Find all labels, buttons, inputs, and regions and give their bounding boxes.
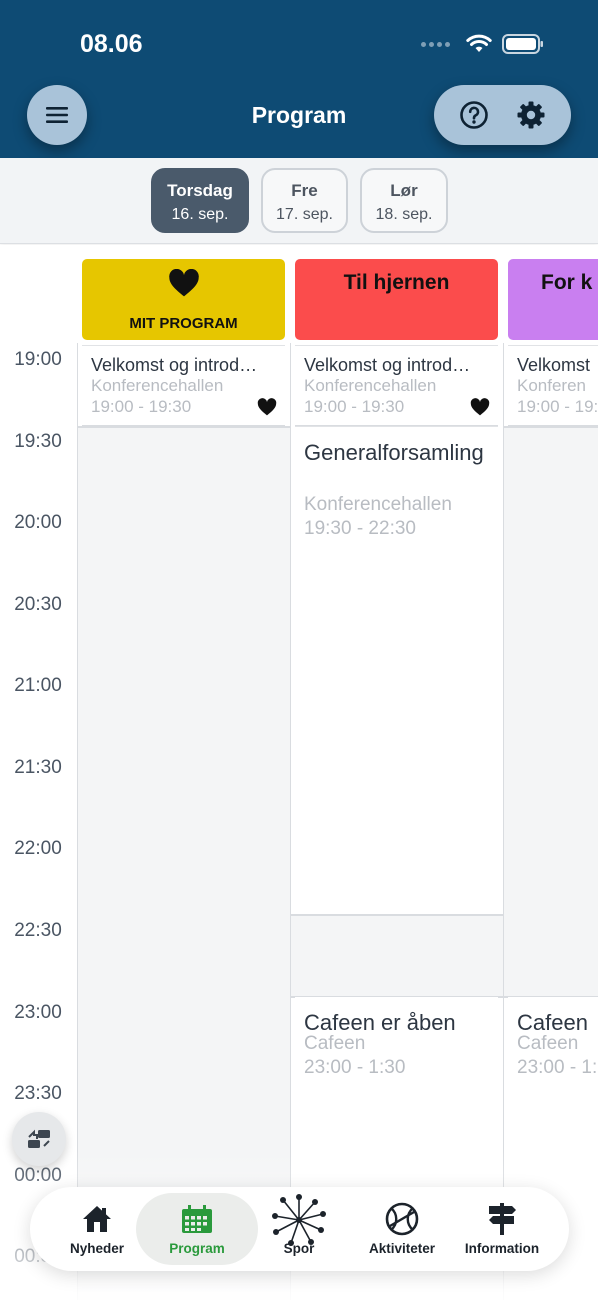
heart-icon: [168, 268, 199, 297]
day-date: 16. sep.: [171, 206, 229, 223]
time-label: 22:30: [14, 920, 62, 941]
day-name: Lør: [390, 181, 418, 200]
empty-slot: [504, 426, 598, 998]
day-tab-fre[interactable]: Fre 17. sep.: [261, 168, 348, 233]
event-location: Konferencehallen: [91, 376, 224, 395]
event-location: Cafeen: [304, 1033, 366, 1054]
heart-icon[interactable]: [257, 398, 277, 416]
time-label: 19:30: [14, 431, 62, 452]
event-location: Konferen: [517, 376, 586, 395]
day-selector: Torsdag 16. sep. Fre 17. sep. Lør 18. se…: [0, 158, 598, 244]
column-header-for-k[interactable]: For k: [508, 259, 598, 340]
event-card[interactable]: Velkomst og introduktion Konferencehalle…: [82, 345, 285, 427]
event-title: Velkomst og introduktion: [304, 355, 474, 375]
event-title: Cafeen er åben: [304, 1010, 456, 1035]
time-label: 20:30: [14, 594, 62, 615]
gear-icon[interactable]: [516, 100, 546, 130]
signal-icon: [421, 41, 450, 47]
column-header-til-hjernen[interactable]: Til hjernen: [295, 259, 498, 340]
time-label: 21:30: [14, 757, 62, 778]
calendar-icon: [182, 1205, 212, 1233]
day-date: 17. sep.: [276, 206, 333, 223]
event-title: Velkomst: [517, 355, 591, 375]
nav-program[interactable]: Program: [136, 1193, 258, 1265]
column-title: Til hjernen: [343, 271, 450, 294]
network-icon: [272, 1194, 326, 1246]
time-label: 21:00: [14, 675, 62, 696]
empty-slot: [78, 426, 290, 1300]
event-location: Konferencehallen: [304, 494, 452, 515]
nav-label: Aktiviteter: [368, 1241, 436, 1256]
event-time: 19:00 - 19:30: [304, 397, 405, 416]
day-tab-torsdag[interactable]: Torsdag 16. sep.: [151, 168, 249, 233]
nav-aktiviteter[interactable]: Aktiviteter: [345, 1193, 459, 1265]
column-title: MIT PROGRAM: [129, 315, 238, 332]
battery-icon: [502, 34, 543, 54]
event-card[interactable]: Velkomst Konferen 19:00 - 19:3: [508, 345, 598, 427]
signpost-icon: [489, 1203, 516, 1235]
event-title: Cafeen: [517, 1010, 588, 1035]
event-time: 23:00 - 1:: [517, 1057, 598, 1078]
event-time: 19:00 - 19:30: [91, 397, 192, 416]
empty-slot: [291, 914, 503, 998]
nav-information[interactable]: Information: [448, 1193, 556, 1265]
status-icons: [421, 34, 544, 54]
schedule-grid[interactable]: 19:00 19:30 20:00 20:30 21:00 21:30 22:0…: [0, 245, 598, 1300]
heart-icon[interactable]: [470, 398, 490, 416]
event-location: Konferencehallen: [304, 376, 437, 395]
time-label: 23:30: [14, 1083, 62, 1104]
house-icon: [83, 1206, 111, 1232]
swap-view-button[interactable]: [12, 1112, 66, 1166]
event-title: Velkomst og introduktion: [91, 355, 261, 375]
event-card[interactable]: Generalforsamling Konferencehallen 19:30…: [295, 426, 498, 916]
time-label: 19:00: [14, 349, 62, 370]
day-name: Fre: [291, 181, 318, 200]
event-card[interactable]: Velkomst og introduktion Konferencehalle…: [295, 345, 498, 427]
event-title: Generalforsamling: [304, 440, 484, 465]
time-label: 22:00: [14, 838, 62, 859]
nav-label: Program: [169, 1241, 225, 1256]
column-divider: [290, 343, 291, 1300]
day-tab-loer[interactable]: Lør 18. sep.: [360, 168, 448, 233]
day-date: 18. sep.: [375, 206, 433, 223]
nav-label: Spor: [283, 1241, 315, 1256]
swap-arrows-icon: [28, 1129, 50, 1148]
event-time: 19:00 - 19:3: [517, 397, 598, 416]
column-header-mit-program[interactable]: MIT PROGRAM: [82, 259, 285, 340]
basketball-icon: [385, 1202, 419, 1236]
wifi-icon: [466, 34, 492, 52]
nav-label: Information: [464, 1241, 540, 1256]
event-location: Cafeen: [517, 1033, 579, 1054]
nav-spor[interactable]: Spor: [242, 1193, 356, 1265]
time-label: 00:00: [14, 1165, 62, 1186]
bottom-navigation: Nyheder Program Spor Aktiviteter Informa…: [30, 1187, 569, 1271]
status-time: 08.06: [80, 30, 143, 58]
column-title: For k: [541, 271, 593, 294]
day-name: Torsdag: [167, 181, 233, 200]
time-label: 20:00: [14, 512, 62, 533]
app-header: 08.06 Program: [0, 0, 598, 158]
event-time: 19:30 - 22:30: [304, 518, 416, 539]
question-circle-icon[interactable]: [459, 100, 489, 130]
event-time: 23:00 - 1:30: [304, 1057, 406, 1078]
time-label: 23:00: [14, 1002, 62, 1023]
header-actions: [434, 85, 571, 145]
